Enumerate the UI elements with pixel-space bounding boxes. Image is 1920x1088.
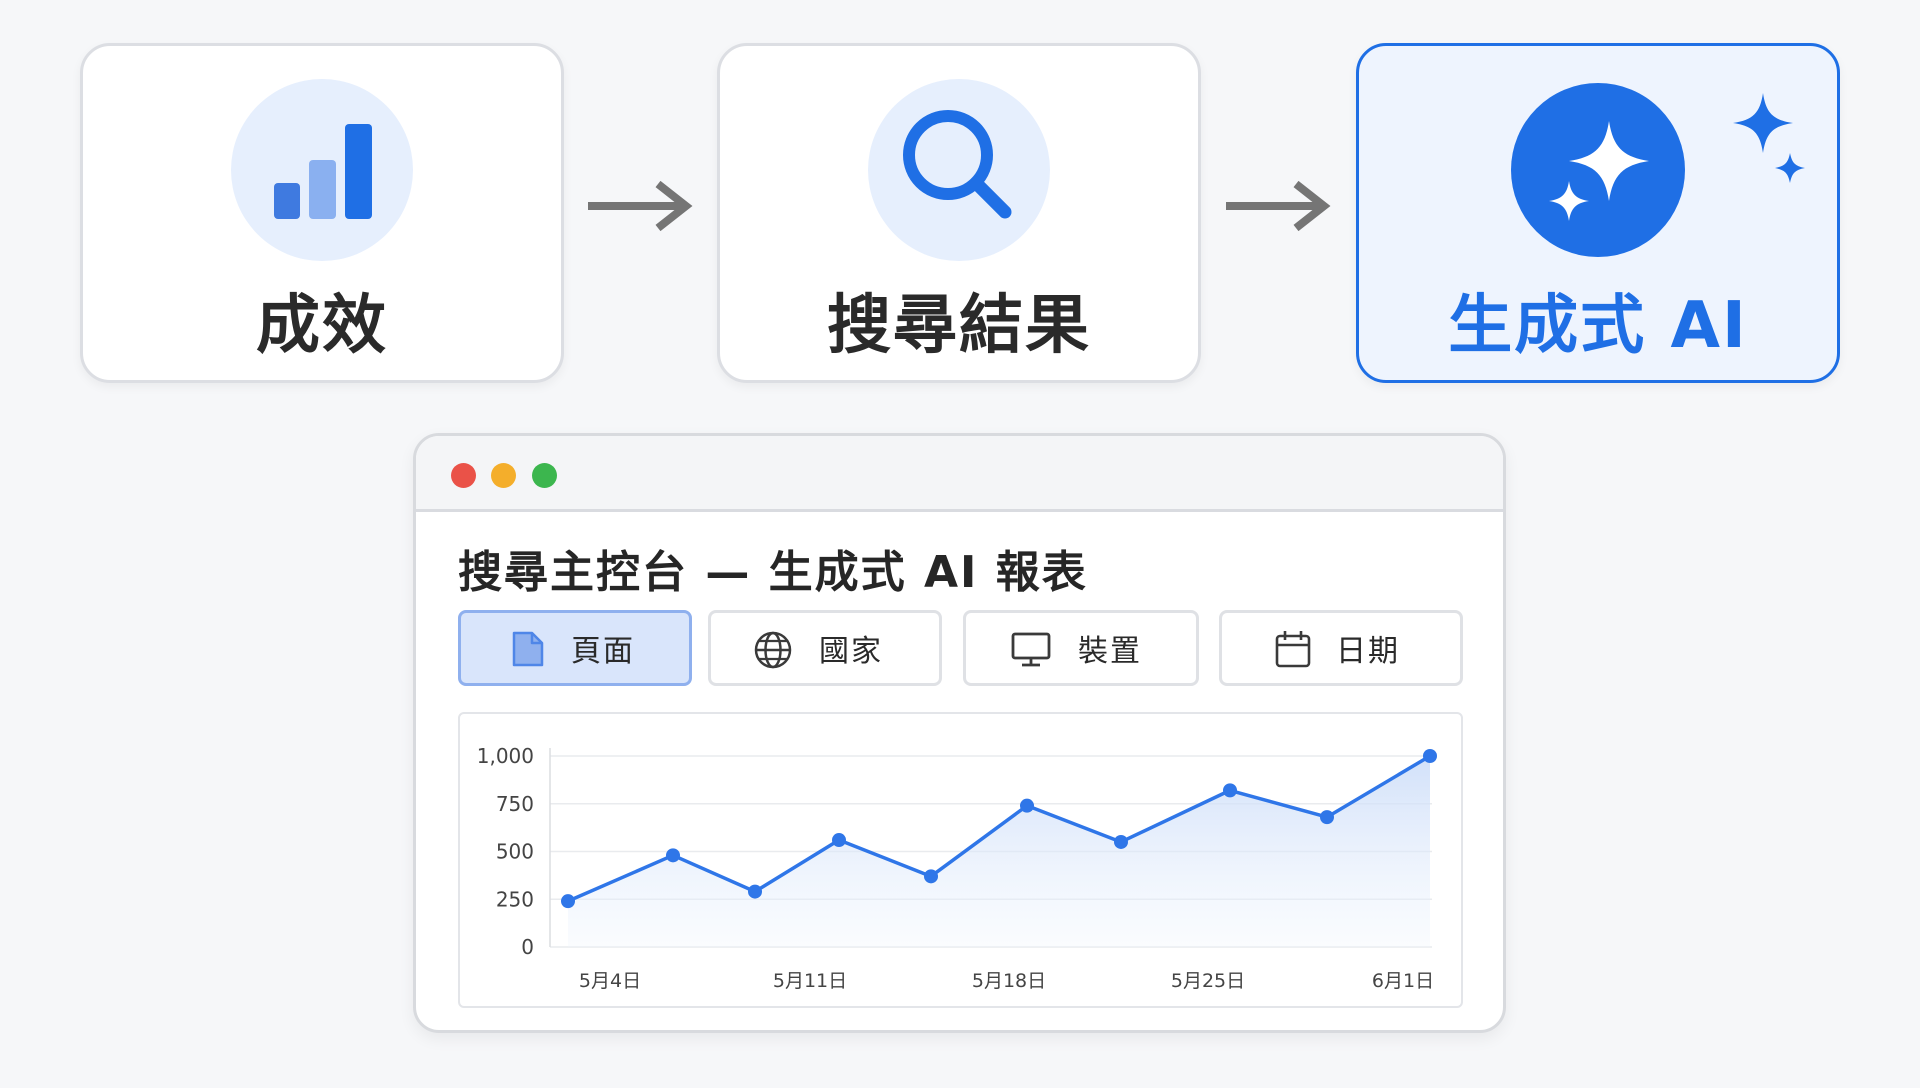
x-tick-label: 6月1日 xyxy=(1372,970,1434,992)
step-card-performance[interactable]: 成效 xyxy=(80,43,564,383)
report-window: 搜尋主控台 — 生成式 AI 報表 頁面 國家 裝置 日期 0 250 500 … xyxy=(413,433,1506,1033)
x-tick-label: 5月11日 xyxy=(773,970,847,992)
tab-label: 裝置 xyxy=(1078,634,1142,669)
tab-label: 日期 xyxy=(1336,634,1400,669)
tab-page[interactable]: 頁面 xyxy=(458,610,692,686)
x-tick-label: 5月25日 xyxy=(1171,970,1245,992)
step-label: 生成式 AI xyxy=(1448,289,1748,363)
window-titlebar xyxy=(416,436,1503,512)
y-tick-label: 0 xyxy=(521,935,534,959)
decorative-sparkles-icon xyxy=(1733,93,1805,183)
y-tick-label: 250 xyxy=(496,887,534,911)
y-tick-label: 1,000 xyxy=(477,744,534,768)
close-window-button[interactable] xyxy=(451,463,476,488)
data-point xyxy=(924,869,938,884)
globe-icon xyxy=(754,631,792,669)
tab-date[interactable]: 日期 xyxy=(1219,610,1463,686)
chart-panel: 0 250 500 750 1,000 5月4日 5月11日 5月18日 5月25日 6月1日 xyxy=(458,712,1463,1008)
y-tick-label: 750 xyxy=(496,792,534,816)
report-title: 搜尋主控台 — 生成式 AI 報表 xyxy=(458,547,1088,598)
sparkle-icon xyxy=(1511,83,1685,257)
tab-country[interactable]: 國家 xyxy=(708,610,942,686)
step-label: 搜尋結果 xyxy=(827,289,1091,363)
line-chart: 0 250 500 750 1,000 5月4日 5月11日 5月18日 5月25日 6月1日 xyxy=(477,744,1437,992)
data-point xyxy=(1320,810,1334,825)
page-icon xyxy=(512,631,544,667)
calendar-icon xyxy=(1275,631,1311,668)
minimize-window-button[interactable] xyxy=(491,463,516,488)
step-label: 成效 xyxy=(256,289,388,363)
search-icon xyxy=(868,79,1050,261)
x-tick-label: 5月4日 xyxy=(579,970,641,992)
data-point xyxy=(1020,798,1034,813)
x-tick-label: 5月18日 xyxy=(972,970,1046,992)
arrow-right-icon xyxy=(1226,180,1331,232)
step-card-search-results[interactable]: 搜尋結果 xyxy=(717,43,1201,383)
maximize-window-button[interactable] xyxy=(532,463,557,488)
tab-device[interactable]: 裝置 xyxy=(963,610,1199,686)
tab-label: 頁面 xyxy=(571,634,635,669)
bar-chart-icon xyxy=(231,79,413,261)
data-point xyxy=(1223,783,1237,798)
data-point xyxy=(748,884,762,899)
data-point xyxy=(561,894,575,909)
tab-label: 國家 xyxy=(819,634,883,669)
data-point xyxy=(666,848,680,863)
data-point xyxy=(832,833,846,848)
monitor-icon xyxy=(1011,632,1051,667)
data-point xyxy=(1114,834,1128,849)
y-tick-label: 500 xyxy=(496,840,534,864)
data-point xyxy=(1423,749,1437,763)
step-card-generative-ai[interactable]: 生成式 AI xyxy=(1356,43,1840,383)
arrow-right-icon xyxy=(588,180,693,232)
